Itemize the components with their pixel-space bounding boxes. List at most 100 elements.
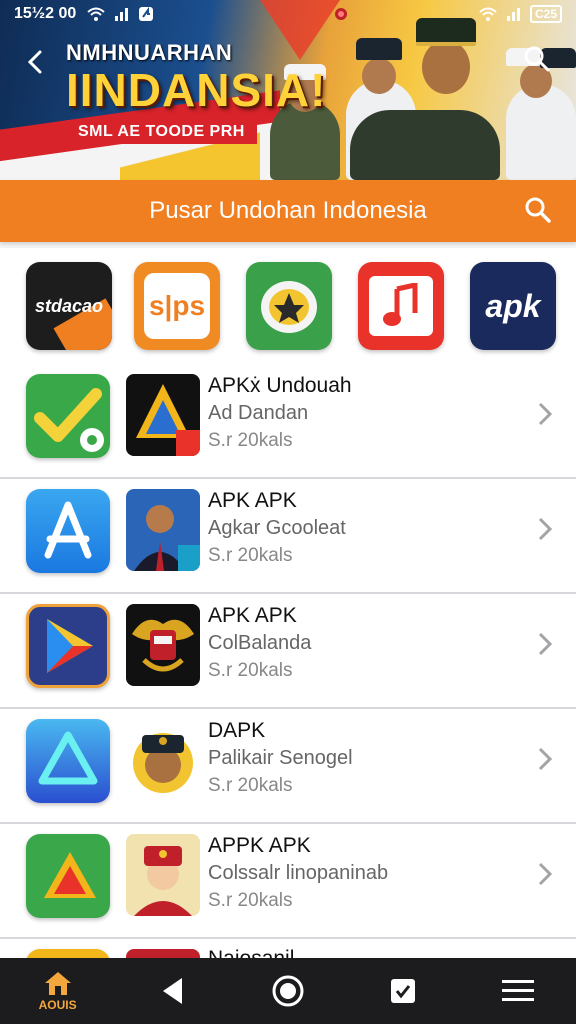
- app-size: S.r 20kals: [208, 430, 293, 451]
- featured-app[interactable]: [246, 262, 332, 350]
- header-search-button[interactable]: [522, 194, 554, 226]
- app-icon: [26, 604, 110, 688]
- list-item[interactable]: APPK APK Colssalr linopaninab S.r 20kals: [0, 824, 576, 939]
- app-icon-label: s|ps: [148, 290, 206, 321]
- wifi-icon: [479, 7, 497, 21]
- app-subtitle: Agkar Gcooleat: [208, 517, 346, 539]
- garuda-emblem-icon: [132, 619, 194, 672]
- search-icon: [524, 46, 550, 72]
- wifi-icon: [87, 7, 105, 21]
- home-icon: [44, 972, 71, 995]
- app-thumbnail: [126, 834, 200, 916]
- nav-tasks[interactable]: [363, 961, 443, 1021]
- app-size: S.r 20kals: [208, 890, 293, 911]
- app-title: APK APK: [208, 489, 297, 512]
- featured-app[interactable]: stdacao: [26, 262, 112, 350]
- chevron-right-icon: [534, 630, 554, 658]
- app-header: Pusar Undohan Indonesia: [0, 180, 576, 242]
- app-title: APPK APK: [208, 834, 311, 857]
- app-subtitle: Ad Dandan: [208, 402, 309, 424]
- chevron-right-icon: [534, 515, 554, 543]
- app-subtitle: ColBalanda: [208, 632, 312, 654]
- circle-home-icon: [272, 975, 304, 1007]
- featured-app[interactable]: apk: [470, 262, 556, 350]
- banner-text: NMHNUARHAN IINDANSIA! SML AE TOODE PRH: [66, 40, 326, 144]
- featured-apps-row: stdacao s|ps apk: [0, 248, 576, 364]
- app-title: DAPK: [208, 719, 266, 742]
- status-bar: 15½2 00 C25: [0, 0, 576, 28]
- back-button[interactable]: [22, 46, 50, 78]
- banner-subtitle: NMHNUARHAN: [66, 40, 233, 65]
- app-icon: [26, 489, 110, 573]
- search-icon: [525, 197, 551, 223]
- back-triangle-icon: [162, 978, 182, 1004]
- nav-back[interactable]: [133, 961, 213, 1021]
- app-icon: [26, 949, 110, 958]
- notification-icon: [139, 6, 154, 21]
- nav-home-label: AOUIS: [38, 998, 77, 1012]
- record-icon: [335, 8, 348, 20]
- status-time: 15½2 00: [14, 5, 77, 22]
- app-thumbnail: [126, 604, 200, 686]
- play-store-icon: [47, 619, 93, 673]
- app-title: Naiosanil: [208, 947, 294, 958]
- app-subtitle: Palikair Senogel: [208, 747, 353, 769]
- shield-emblem-icon: [261, 281, 317, 333]
- list-item[interactable]: DAPK Palikair Senogel S.r 20kals: [0, 709, 576, 824]
- portrait-icon: [134, 505, 200, 571]
- person-head: [422, 40, 470, 94]
- banner-search-button[interactable]: [522, 44, 552, 74]
- app-title: APKẋ Undouah: [208, 374, 352, 397]
- header-title: Pusar Undohan Indonesia: [149, 197, 427, 224]
- chevron-right-icon: [534, 745, 554, 773]
- hero-banner: NMHNUARHAN IINDANSIA! SML AE TOODE PRH 1…: [0, 0, 576, 180]
- app-icon-label: apk: [485, 287, 541, 324]
- checkmark-icon: [34, 388, 104, 452]
- triangle-logo-icon: [136, 384, 200, 456]
- battery-indicator: C25: [529, 5, 562, 23]
- menu-icon: [502, 980, 535, 1001]
- app-size: S.r 20kals: [208, 775, 293, 796]
- chevron-left-icon: [27, 50, 42, 74]
- chevron-right-icon: [534, 860, 554, 888]
- app-subtitle: Colssalr linopaninab: [208, 862, 389, 884]
- military-cap: [356, 38, 402, 60]
- app-size: S.r 20kals: [208, 660, 293, 681]
- app-icon-inner: s|ps: [144, 273, 210, 339]
- list-item[interactable]: Naiosanil: [0, 939, 576, 958]
- bottom-navigation: AOUIS: [0, 958, 576, 1024]
- banner-tag: SML AE TOODE PRH: [66, 120, 257, 144]
- soldier-avatar-icon: [133, 733, 193, 793]
- list-item[interactable]: APK APK ColBalanda S.r 20kals: [0, 594, 576, 709]
- app-icon: [26, 834, 110, 918]
- app-icon-inner: [369, 276, 433, 336]
- soldier-avatar-icon: [134, 846, 192, 916]
- checkbox-icon: [391, 979, 416, 1003]
- app-store-icon: [44, 501, 92, 559]
- nav-home[interactable]: AOUIS: [18, 961, 98, 1021]
- triangle-icon: [38, 731, 98, 785]
- app-title: APK APK: [208, 604, 297, 627]
- person-head: [362, 58, 396, 94]
- app-thumbnail: [126, 949, 200, 958]
- person: [350, 110, 500, 180]
- featured-app[interactable]: [358, 262, 444, 350]
- triangle-logo-icon: [44, 852, 96, 898]
- nav-menu[interactable]: [478, 961, 558, 1021]
- list-item[interactable]: APK APK Agkar Gcooleat S.r 20kals: [0, 479, 576, 594]
- app-size: S.r 20kals: [208, 545, 293, 566]
- chevron-right-icon: [534, 400, 554, 428]
- featured-app[interactable]: s|ps: [134, 262, 220, 350]
- app-thumbnail: [126, 489, 200, 571]
- list-item[interactable]: APKẋ Undouah Ad Dandan S.r 20kals: [0, 364, 576, 479]
- banner-title: IINDANSIA!: [66, 64, 327, 116]
- nav-home-circle[interactable]: [248, 961, 328, 1021]
- app-thumbnail: [126, 374, 200, 456]
- app-list: APKẋ Undouah Ad Dandan S.r 20kals APK AP…: [0, 364, 576, 958]
- app-icon-label: stdacao: [34, 295, 104, 316]
- app-thumbnail: [126, 719, 200, 801]
- person: [506, 84, 576, 180]
- app-icon: [26, 374, 110, 458]
- signal-icon: [115, 8, 129, 21]
- music-note-icon: [383, 283, 418, 326]
